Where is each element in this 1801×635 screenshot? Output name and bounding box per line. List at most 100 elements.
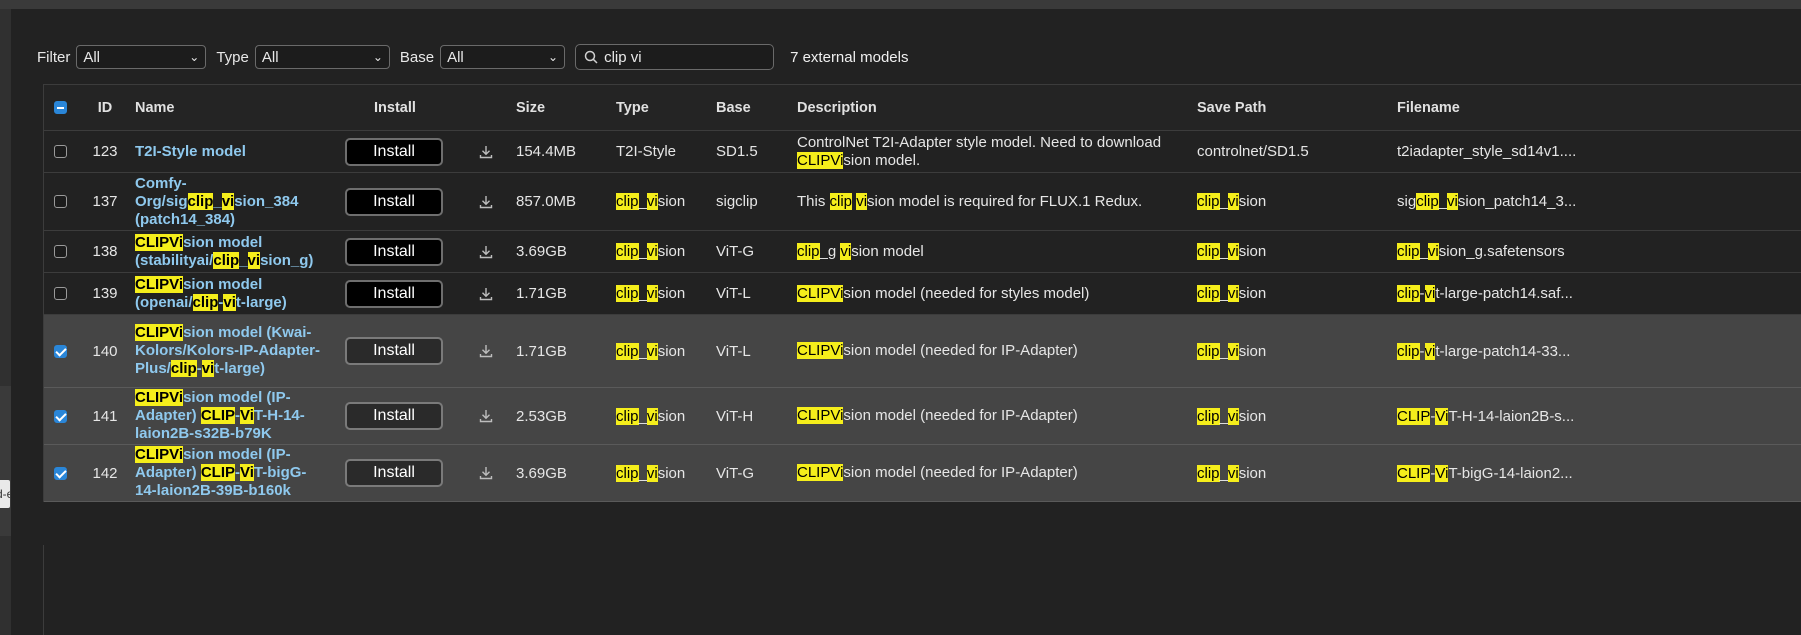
text-segment: sion <box>657 407 686 425</box>
install-button[interactable]: Install <box>345 279 443 308</box>
col-size[interactable]: Size <box>516 85 545 130</box>
install-button[interactable]: Install <box>345 187 443 216</box>
col-id[interactable]: ID <box>90 85 120 130</box>
install-button[interactable]: Install <box>345 337 443 365</box>
download-icon[interactable] <box>478 194 494 210</box>
filter-select[interactable]: All ⌄ <box>76 45 207 69</box>
col-install: Install <box>374 99 416 116</box>
row-filename: clip-vit-large-patch14-33... <box>1397 315 1570 387</box>
download-icon[interactable] <box>478 343 494 359</box>
install-button[interactable]: Install <box>345 402 443 430</box>
model-name-link[interactable]: T2I-Style model <box>135 131 325 172</box>
row-id: 139 <box>92 285 118 302</box>
search-highlight: vi <box>247 251 261 269</box>
table-row[interactable]: 138 CLIPVision model (stabilityai/clip_vi… <box>44 231 1801 273</box>
window-top-strip <box>0 0 1801 9</box>
model-name-link[interactable]: CLIPVision model (openai/clip-vit-large) <box>135 273 325 314</box>
install-button[interactable]: Install <box>345 459 443 487</box>
text-segment: sion model is required for FLUX.1 Redux. <box>867 192 1143 210</box>
row-select-cell <box>54 231 67 272</box>
download-icon[interactable] <box>478 465 494 481</box>
col-name[interactable]: Name <box>135 85 175 130</box>
text-segment: _ <box>1219 464 1228 482</box>
download-cell <box>478 445 494 501</box>
base-label: Base <box>399 48 435 66</box>
text-segment: t-large) <box>235 293 287 311</box>
model-name-link[interactable]: CLIPVision model (IP-Adapter) CLIP-ViT-H… <box>135 388 325 444</box>
col-description[interactable]: Description <box>797 85 1197 130</box>
download-icon[interactable] <box>478 408 494 424</box>
model-name-text[interactable]: CLIPVision model (Kwai-Kolors/Kolors-IP-… <box>135 324 325 378</box>
col-type[interactable]: Type <box>616 85 649 130</box>
table-row[interactable]: 139 CLIPVision model (openai/clip-vit-lar… <box>44 273 1801 315</box>
search-input[interactable] <box>604 48 755 66</box>
text-segment: T2I-Style <box>616 143 677 160</box>
search-highlight: clip <box>616 407 639 425</box>
select-all-checkbox[interactable] <box>54 101 67 114</box>
description-text: CLIPVision model (needed for IP-Adapter) <box>797 464 1078 482</box>
text-segment: _ <box>1219 342 1228 360</box>
col-base[interactable]: Base <box>716 85 751 130</box>
search-highlight: clip <box>1197 193 1220 210</box>
search-highlight: clip <box>1197 407 1220 425</box>
search-highlight: clip <box>1397 243 1420 260</box>
install-button[interactable]: Install <box>345 137 443 166</box>
row-checkbox[interactable] <box>54 466 67 480</box>
left-panel-shade <box>0 386 11 536</box>
table-row[interactable]: 140 CLIPVision model (Kwai-Kolors/Kolors-… <box>44 315 1801 388</box>
search-icon <box>584 50 598 64</box>
search-box[interactable] <box>575 44 775 70</box>
row-checkbox[interactable] <box>54 344 67 358</box>
download-cell <box>478 131 494 172</box>
col-save-path[interactable]: Save Path <box>1197 85 1266 130</box>
model-name-link[interactable]: CLIPVision model (IP-Adapter) CLIP-ViT-b… <box>135 445 325 501</box>
search-highlight: vi <box>646 407 658 425</box>
model-name-link[interactable]: CLIPVision model (Kwai-Kolors/Kolors-IP-… <box>135 315 325 387</box>
install-button[interactable]: Install <box>345 237 443 266</box>
text-segment: sion_g.safetensors <box>1438 243 1565 260</box>
model-name-link[interactable]: CLIPVision model (stabilityai/clip_visio… <box>135 231 325 272</box>
text-segment: Comfy-Org/sig <box>135 174 188 210</box>
row-description: clip_g vision model <box>797 231 1197 272</box>
search-highlight: CLIP <box>1397 464 1431 482</box>
row-checkbox[interactable] <box>54 245 67 258</box>
model-name-text[interactable]: CLIPVision model (IP-Adapter) CLIP-ViT-H… <box>135 389 325 443</box>
model-name-text[interactable]: CLIPVision model (openai/clip-vit-large) <box>135 275 325 312</box>
row-base: ViT-H <box>716 407 754 425</box>
description-text: CLIPVision model (needed for IP-Adapter) <box>797 342 1078 360</box>
model-name-text[interactable]: CLIPVision model (IP-Adapter) CLIP-ViT-b… <box>135 446 325 500</box>
row-checkbox[interactable] <box>54 145 67 158</box>
download-icon[interactable] <box>478 244 494 260</box>
text-segment: sion <box>1238 193 1267 210</box>
row-type: clip_vision <box>616 273 685 314</box>
text-segment: t-large-patch14.saf... <box>1435 285 1573 302</box>
row-save-path: clip_vision <box>1197 273 1266 314</box>
row-filename: t2iadapter_style_sd14v1.... <box>1397 131 1576 172</box>
row-size: 1.71GB <box>516 285 567 302</box>
row-checkbox[interactable] <box>54 409 67 423</box>
table-row[interactable]: 123 T2I-Style model Install 154.4MB T2I-Styl… <box>44 131 1801 173</box>
filename-text: t2iadapter_style_sd14v1.... <box>1397 143 1576 160</box>
search-highlight: vi <box>1424 285 1436 302</box>
text-segment: _ <box>638 407 647 425</box>
table-row[interactable]: 142 CLIPVision model (IP-Adapter) CLIP-Vi… <box>44 445 1801 502</box>
search-highlight: clip <box>1197 243 1220 260</box>
type-select[interactable]: All ⌄ <box>254 45 390 69</box>
text-segment: T-bigG-14-laion2... <box>1448 464 1573 482</box>
row-checkbox[interactable] <box>54 195 67 208</box>
col-filename[interactable]: Filename <box>1397 85 1460 130</box>
model-name-link[interactable]: Comfy-Org/sigclip_vision_384 (patch14_38… <box>135 173 325 230</box>
table-row[interactable]: 141 CLIPVision model (IP-Adapter) CLIP-Vi… <box>44 388 1801 445</box>
download-icon[interactable] <box>478 286 494 302</box>
base-select[interactable]: All ⌄ <box>440 45 566 69</box>
model-name-text[interactable]: T2I-Style model <box>135 143 246 161</box>
table-row[interactable]: 137 Comfy-Org/sigclip_vision_384 (patch14… <box>44 173 1801 231</box>
download-icon[interactable] <box>478 144 494 160</box>
search-highlight: vi <box>1227 464 1239 482</box>
row-filename: sigclip_vision_patch14_3... <box>1397 173 1576 230</box>
model-name-text[interactable]: CLIPVision model (stabilityai/clip_visio… <box>135 233 325 270</box>
search-highlight: clip <box>829 192 853 210</box>
row-checkbox[interactable] <box>54 287 67 300</box>
model-name-text[interactable]: Comfy-Org/sigclip_vision_384 (patch14_38… <box>135 175 325 229</box>
filter-label: Filter <box>37 48 71 66</box>
